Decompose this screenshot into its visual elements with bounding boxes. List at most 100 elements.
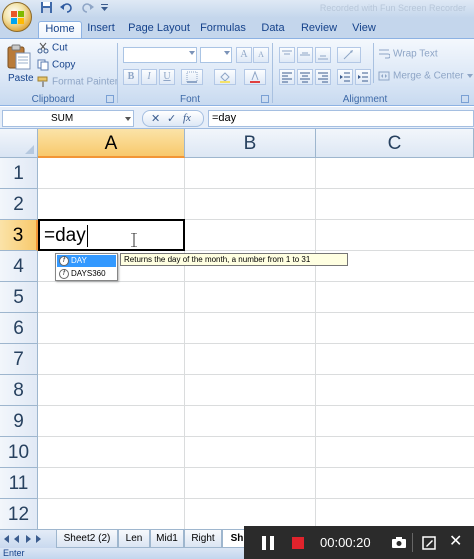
borders-button[interactable] [181, 69, 203, 85]
row-header-12[interactable]: 12 [0, 499, 38, 529]
close-icon[interactable]: ✕ [449, 534, 462, 550]
enter-icon[interactable]: ✓ [167, 112, 176, 125]
row-header-10[interactable]: 10 [0, 437, 38, 468]
cut-button[interactable]: Cut [37, 42, 68, 58]
pause-icon[interactable] [262, 536, 274, 550]
format-painter-button[interactable]: Format Painter [37, 76, 118, 92]
align-center-icon[interactable] [297, 69, 313, 85]
merge-center-button[interactable]: Merge & Center [378, 70, 473, 86]
active-cell-a3[interactable]: =day [38, 219, 185, 251]
sheet-tab-len[interactable]: Len [118, 530, 150, 548]
fill-color-button[interactable] [214, 69, 236, 85]
chevron-down-icon [466, 74, 473, 78]
column-header-b[interactable]: B [185, 129, 316, 158]
grid-line [38, 374, 474, 375]
tab-view[interactable]: View [348, 21, 380, 38]
borders-icon [186, 71, 198, 83]
paste-button[interactable]: Paste [4, 43, 34, 91]
customize-qat-icon[interactable] [100, 1, 116, 16]
tab-data[interactable]: Data [258, 21, 288, 38]
decrease-indent-icon[interactable] [337, 69, 353, 85]
cancel-icon[interactable]: ✕ [151, 112, 160, 125]
row-header-2[interactable]: 2 [0, 189, 38, 220]
fill-bucket-icon [220, 72, 230, 83]
redo-icon[interactable] [80, 1, 96, 16]
sheet-tab-sheet2-2[interactable]: Sheet2 (2) [56, 530, 118, 548]
camera-icon[interactable] [392, 537, 406, 548]
bold-button[interactable]: B [123, 69, 139, 85]
tab-home[interactable]: Home [38, 21, 82, 38]
underline-button[interactable]: U [159, 69, 175, 85]
status-mode: Enter [3, 548, 25, 558]
function-autocomplete-list: f DAY f DAYS360 [55, 253, 118, 281]
align-bottom-icon[interactable] [315, 47, 331, 63]
insert-function-icon[interactable]: fx [183, 112, 191, 124]
copy-label: Copy [52, 59, 76, 71]
font-group-label: Font [179, 94, 200, 105]
window-title: Recorded with Fun Screen Recorder [319, 3, 466, 13]
tab-insert[interactable]: Insert [84, 21, 118, 38]
font-dialog-launcher[interactable] [261, 95, 269, 103]
formula-input[interactable]: =day [208, 110, 474, 127]
row-header-1[interactable]: 1 [0, 158, 38, 189]
save-icon[interactable] [40, 1, 56, 16]
tab-page-layout[interactable]: Page Layout [128, 21, 190, 38]
next-sheet-icon[interactable] [26, 535, 31, 543]
grid-line [38, 343, 474, 344]
row-header-9[interactable]: 9 [0, 406, 38, 437]
screen-recorder-toolbar: 00:00:20 ✕ [244, 526, 474, 559]
autocomplete-item-days360[interactable]: f DAYS360 [57, 268, 116, 280]
grid-line [38, 312, 474, 313]
row-header-8[interactable]: 8 [0, 375, 38, 406]
select-all-button[interactable] [0, 129, 38, 158]
row-header-7[interactable]: 7 [0, 344, 38, 375]
wrap-text-button[interactable]: Wrap Text [378, 48, 438, 64]
row-header-4[interactable]: 4 [0, 251, 38, 282]
paste-icon [7, 44, 31, 70]
align-top-icon[interactable] [279, 47, 295, 63]
grid-line [38, 467, 474, 468]
font-color-icon [250, 70, 260, 83]
sheet-tab-right[interactable]: Right [184, 530, 222, 548]
tab-review[interactable]: Review [300, 21, 338, 38]
undo-icon[interactable] [60, 1, 76, 16]
autocomplete-item-day[interactable]: f DAY [57, 255, 116, 267]
shrink-font-icon[interactable]: A [253, 47, 269, 63]
grid-line [315, 158, 316, 529]
paste-label: Paste [8, 73, 34, 84]
row-header-11[interactable]: 11 [0, 468, 38, 499]
grid-line [38, 281, 474, 282]
tab-formulas[interactable]: Formulas [200, 21, 246, 38]
clipboard-dialog-launcher[interactable] [106, 95, 114, 103]
row-header-3[interactable]: 3 [0, 220, 38, 251]
font-size-combo[interactable] [200, 47, 232, 63]
worksheet-grid[interactable]: A B C 1 2 3 4 5 6 7 8 9 10 11 12 =day fD… [0, 129, 474, 529]
align-right-icon[interactable] [315, 69, 331, 85]
align-left-icon[interactable] [279, 69, 295, 85]
row-header-5[interactable]: 5 [0, 282, 38, 313]
last-sheet-icon[interactable] [36, 535, 41, 543]
clipboard-group-label: Clipboard [31, 94, 75, 105]
grow-font-icon[interactable]: A [236, 47, 252, 63]
column-header-c[interactable]: C [316, 129, 474, 158]
font-color-button[interactable] [244, 69, 266, 85]
name-box[interactable]: SUM [2, 110, 134, 127]
sheet-tab-mid1[interactable]: Mid1 [150, 530, 184, 548]
copy-button[interactable]: Copy [37, 59, 75, 75]
autocomplete-item-label: DAY [71, 256, 87, 265]
office-logo-icon [11, 11, 24, 24]
font-name-combo[interactable] [123, 47, 197, 63]
annotate-icon[interactable] [422, 536, 436, 550]
row-header-6[interactable]: 6 [0, 313, 38, 344]
orientation-icon[interactable] [337, 47, 361, 63]
formula-bar: SUM ✕ ✓ fx =day [0, 107, 474, 129]
stop-icon[interactable] [292, 537, 304, 549]
column-header-a[interactable]: A [38, 129, 185, 158]
prev-sheet-icon[interactable] [14, 535, 19, 543]
office-button[interactable] [2, 2, 32, 32]
alignment-dialog-launcher[interactable] [461, 95, 469, 103]
align-middle-icon[interactable] [297, 47, 313, 63]
italic-button[interactable]: I [141, 69, 157, 85]
increase-indent-icon[interactable] [355, 69, 371, 85]
first-sheet-icon[interactable] [4, 535, 9, 543]
